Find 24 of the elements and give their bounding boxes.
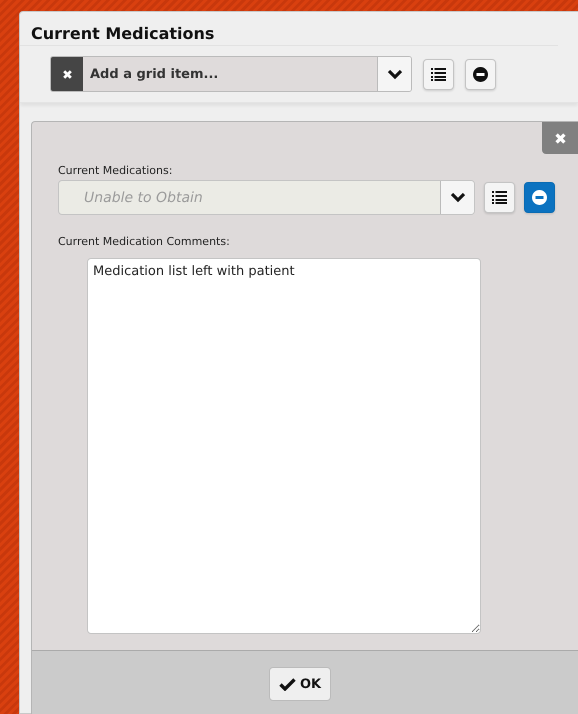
chevron-down-icon: [450, 192, 466, 203]
close-icon: [62, 68, 72, 80]
field-label: Current Medication Comments:: [58, 235, 231, 248]
close-icon: [554, 132, 566, 144]
combo-placeholder: Add a grid item...: [89, 66, 220, 84]
chevron-down-icon: [386, 68, 402, 80]
list-icon: [431, 68, 446, 80]
check-icon: [279, 678, 296, 690]
comments-field[interactable]: Medication list left with patient: [87, 258, 481, 634]
select-value: Unable to Obtain: [83, 188, 204, 208]
remove-button[interactable]: [465, 58, 496, 90]
minus-circle-icon: [473, 66, 488, 82]
dropdown-button[interactable]: [440, 181, 474, 214]
list-button[interactable]: [484, 182, 515, 213]
dropdown-button[interactable]: [377, 57, 411, 91]
add-item-combo[interactable]: Add a grid item...: [50, 56, 412, 92]
clear-box[interactable]: [51, 57, 83, 91]
field-label: Current Medications:: [58, 164, 174, 177]
list-icon: [492, 191, 507, 204]
section-title: Current Medications: [20, 12, 558, 46]
minus-circle-icon: [532, 190, 547, 205]
close-button[interactable]: [542, 122, 578, 154]
list-button[interactable]: [423, 58, 454, 90]
ok-button[interactable]: OK: [269, 667, 332, 701]
